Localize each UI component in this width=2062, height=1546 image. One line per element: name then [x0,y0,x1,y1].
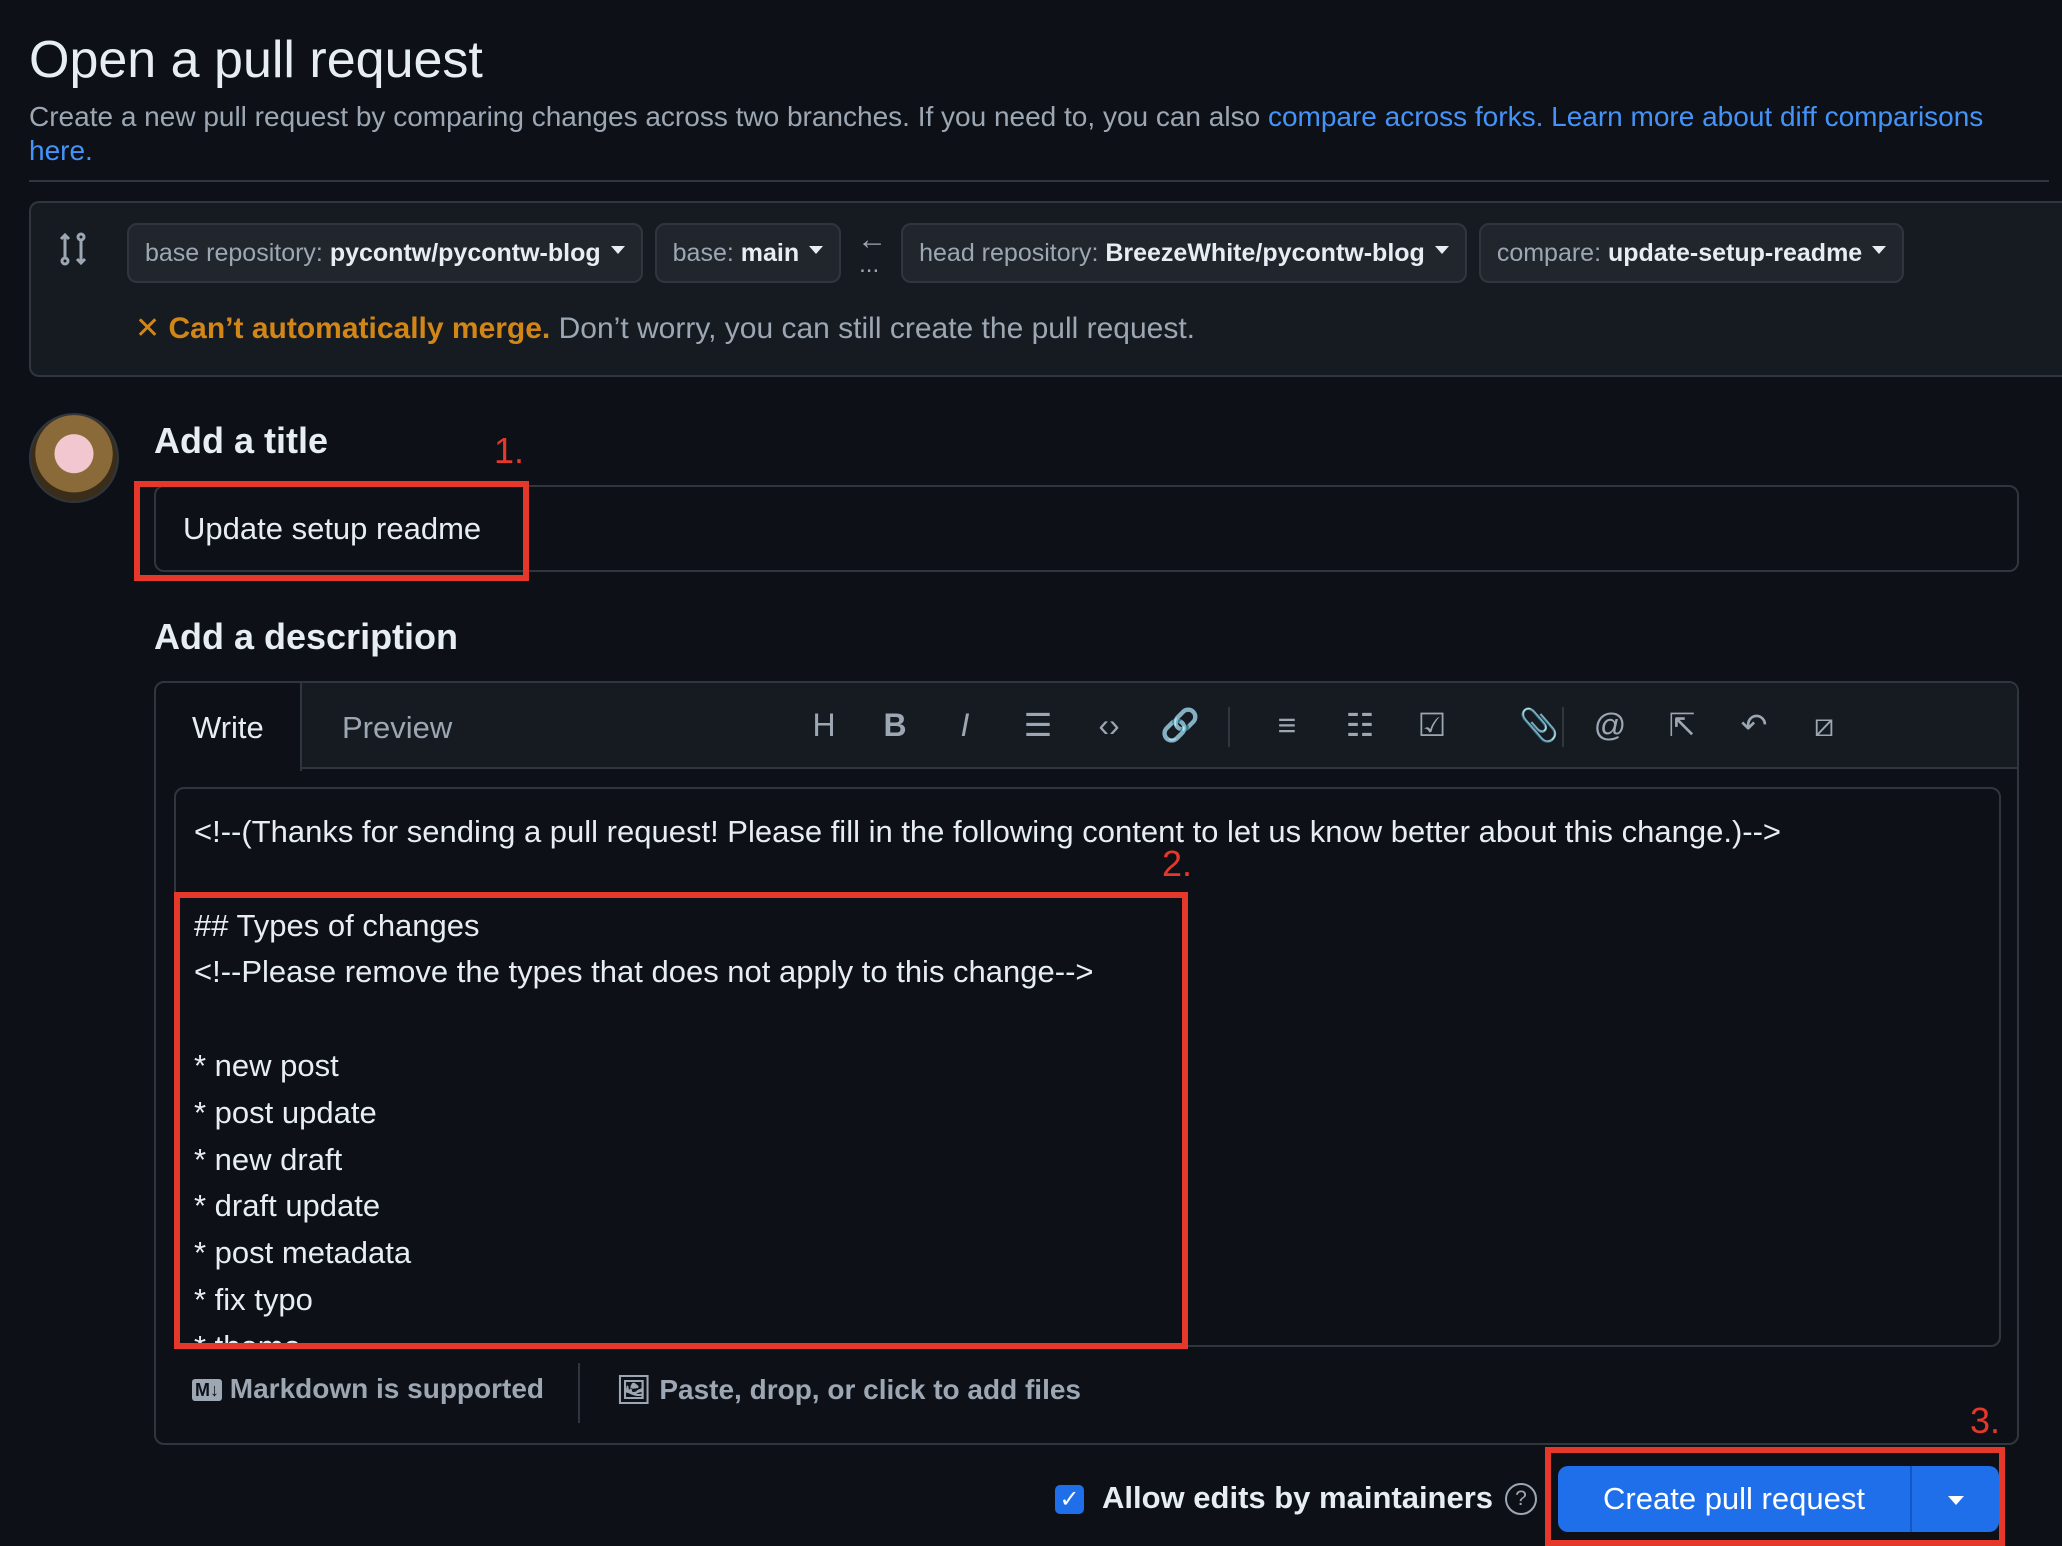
compare-forks-link[interactable]: compare across forks. [1268,101,1543,132]
link-icon[interactable]: 🔗 [1158,703,1202,747]
toolbar-separator [1562,707,1564,747]
base-branch-select[interactable]: base: main [654,223,842,283]
branch-selectors: base repository: pycontw/pycontw-blog ba… [127,223,1905,283]
base-value: main [740,239,800,267]
footer-divider [578,1363,580,1423]
toolbar-separator [1228,707,1230,747]
caret-down-icon [1872,246,1887,255]
compare-branch-select[interactable]: compare: update-setup-readme [1478,223,1905,283]
compare-box: base repository: pycontw/pycontw-blog ba… [29,201,2062,377]
unordered-list-icon[interactable]: ☷ [1338,703,1382,747]
quote-icon[interactable]: ☰ [1016,703,1060,747]
caret-down-icon [610,246,625,255]
italic-icon[interactable]: I [943,703,987,747]
bold-icon[interactable]: B [873,703,917,747]
head-repo-value: BreezeWhite/pycontw-blog [1105,239,1425,267]
ordered-list-icon[interactable]: ≡ [1265,703,1309,747]
markdown-icon: M↓ [192,1379,222,1402]
image-icon: 🖼 [616,1374,652,1405]
caret-down-icon [809,246,824,255]
mention-icon[interactable]: @ [1588,703,1632,747]
tab-preview[interactable]: Preview [306,683,488,769]
add-files-button[interactable]: 🖼 Paste, drop, or click to add files [616,1373,1081,1406]
base-label: base: [672,239,741,267]
tab-write[interactable]: Write [156,683,302,771]
base-repository-select[interactable]: base repository: pycontw/pycontw-blog [127,223,643,283]
help-icon[interactable]: ? [1505,1483,1537,1515]
base-repo-label: base repository: [145,239,330,267]
caret-down-icon [1434,246,1449,255]
annotation-label-3: 3. [1970,1400,2001,1441]
cross-reference-icon[interactable]: ⇱ [1660,703,1704,747]
code-icon[interactable]: ‹› [1087,703,1131,747]
task-list-icon[interactable]: ☑ [1410,703,1454,747]
attach-icon[interactable]: 📎 [1517,703,1561,747]
heading-icon[interactable]: H [802,703,846,747]
annotation-box-3 [1545,1447,2005,1546]
divider [29,180,2049,182]
annotation-box-2 [174,892,1188,1349]
subtitle-text: Create a new pull request by comparing c… [29,101,1268,132]
warning-text: Don’t worry, you can still create the pu… [550,312,1196,345]
compare-value: update-setup-readme [1607,239,1863,267]
annotation-box-1 [134,481,529,581]
dots-icon: ... [859,251,880,278]
reply-icon[interactable]: ↶ [1732,703,1776,747]
add-files-text: Paste, drop, or click to add files [659,1374,1081,1405]
merge-warning: ✕ Can’t automatically merge. Don’t worry… [135,311,1195,346]
annotation-label-1: 1. [494,430,525,471]
markdown-text: Markdown is supported [229,1373,545,1404]
head-repository-select[interactable]: head repository: BreezeWhite/pycontw-blo… [901,223,1467,283]
base-repo-value: pycontw/pycontw-blog [329,239,601,267]
slash-command-icon[interactable]: ⧄ [1802,703,1846,747]
allow-edits-checkbox[interactable]: ✓ [1055,1485,1084,1514]
page-title: Open a pull request [29,31,483,89]
markdown-supported[interactable]: M↓ Markdown is supported [192,1373,544,1405]
annotation-label-2: 2. [1162,843,1193,884]
head-repo-label: head repository: [919,239,1106,267]
x-icon: ✕ [135,312,161,345]
allow-edits-label[interactable]: Allow edits by maintainers [1102,1480,1493,1516]
compare-icon [59,232,87,266]
compare-label: compare: [1496,239,1608,267]
editor-header: Write Preview H B I ☰ ‹› 🔗 ≡ ☷ ☑ 📎 @ ⇱ ↶ ⧄ [156,683,2017,771]
page-subtitle: Create a new pull request by comparing c… [29,100,2039,168]
avatar [29,413,119,503]
title-label: Add a title [154,420,329,461]
description-label: Add a description [154,616,459,657]
warning-bold: Can’t automatically merge. [168,312,551,345]
direction-indicator: ← ... [853,223,889,283]
